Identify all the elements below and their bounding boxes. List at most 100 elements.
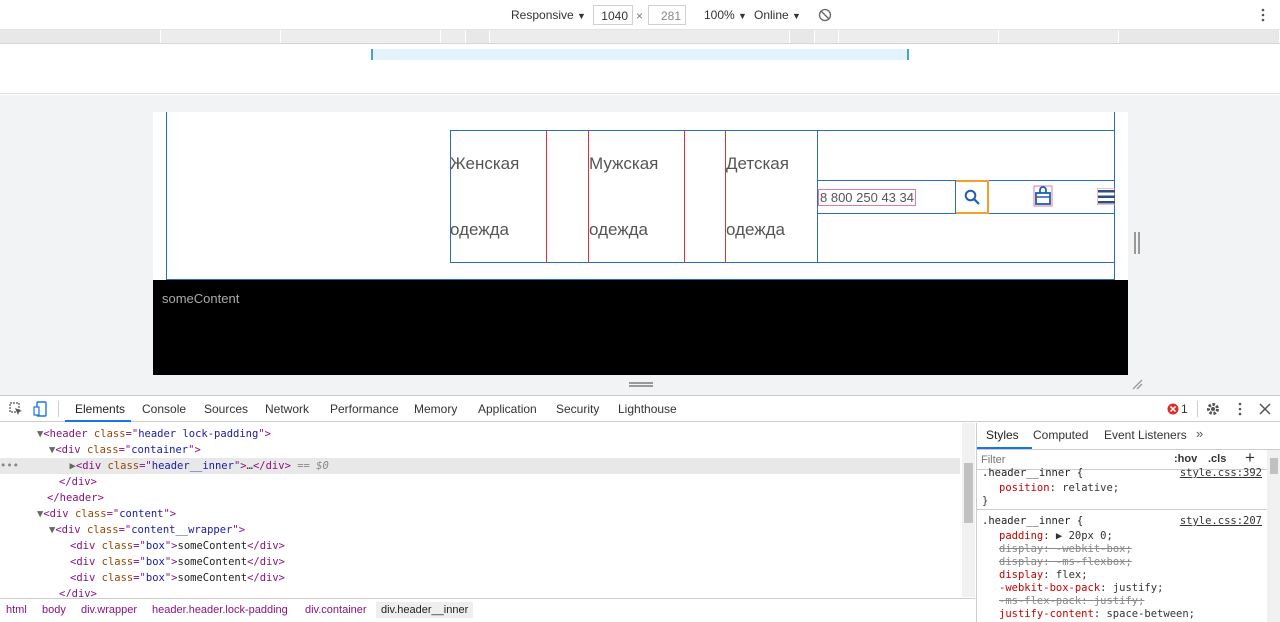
nav-label: Детская: [726, 154, 789, 173]
breadcrumb-item-active[interactable]: div.header__inner: [376, 602, 474, 618]
dom-scrollbar[interactable]: [962, 423, 975, 597]
tab-lighthouse[interactable]: Lighthouse: [618, 402, 677, 416]
css-declaration[interactable]: padding: ▶ 20px 0;: [999, 530, 1113, 543]
phone-box: 8 800 250 43 34: [817, 180, 956, 214]
nav-label: одежда: [726, 220, 786, 239]
breadcrumb-item[interactable]: html: [6, 604, 27, 616]
tab-elements[interactable]: Elements: [75, 402, 125, 416]
dom-node[interactable]: </header>: [47, 490, 975, 506]
new-rule-icon[interactable]: +: [1245, 448, 1255, 468]
search-icon: [964, 189, 980, 205]
search-button[interactable]: [956, 180, 989, 214]
devtools-panel: Elements Console Sources Network Perform…: [0, 395, 1280, 622]
css-declaration[interactable]: justify-content: space-between;: [999, 608, 1195, 621]
dom-node[interactable]: ▼<div class="container">: [49, 442, 975, 458]
css-declaration[interactable]: -webkit-box-pack: justify;: [999, 582, 1163, 595]
tab-computed[interactable]: Computed: [1033, 428, 1088, 442]
breadcrumb: html body div.wrapper header.header.lock…: [0, 598, 975, 622]
throttle-label: Online: [754, 8, 789, 22]
nav-label: Женская: [450, 154, 520, 173]
styles-filter-input[interactable]: [981, 452, 1165, 468]
hov-toggle[interactable]: :hov: [1174, 453, 1197, 465]
css-selector[interactable]: .header__inner {: [982, 467, 1083, 480]
resize-corner-icon[interactable]: [1131, 378, 1143, 390]
tab-performance[interactable]: Performance: [330, 402, 399, 416]
dom-node[interactable]: ▼<div class="content__wrapper">: [49, 522, 975, 538]
breadcrumb-item[interactable]: div.container: [305, 604, 367, 616]
css-source-link[interactable]: style.css:392: [1180, 467, 1262, 479]
zoom-select[interactable]: 100% ▼: [704, 8, 747, 22]
tab-application[interactable]: Application: [478, 402, 537, 416]
styles-pane: Styles Computed Event Listeners » :hov .…: [976, 423, 1280, 622]
nav-label: одежда: [589, 220, 649, 239]
device-select[interactable]: Responsive ▼: [511, 8, 586, 22]
nav-label: одежда: [450, 220, 510, 239]
tab-sources[interactable]: Sources: [204, 402, 248, 416]
tab-memory[interactable]: Memory: [414, 402, 457, 416]
burger-menu-icon[interactable]: [1097, 188, 1115, 205]
gear-icon[interactable]: [1206, 402, 1220, 416]
dom-node-selected[interactable]: ••• ▶<div class="header__inner">…</div> …: [0, 458, 960, 474]
resize-handle-right[interactable]: [1134, 232, 1140, 254]
element-highlight-band: [0, 44, 1280, 94]
breadcrumb-item[interactable]: div.wrapper: [81, 604, 137, 616]
content-text: someContent: [162, 291, 240, 306]
cart-icon[interactable]: [1033, 185, 1053, 207]
tab-styles[interactable]: Styles: [986, 428, 1019, 442]
tab-security[interactable]: Security: [556, 402, 599, 416]
styles-scrollbar[interactable]: [1267, 450, 1280, 622]
css-declaration[interactable]: position: relative;: [999, 482, 1119, 495]
more-tabs-icon[interactable]: »: [1196, 426, 1203, 441]
tab-network[interactable]: Network: [265, 402, 309, 416]
throttle-select[interactable]: Online ▼: [754, 8, 801, 22]
css-source-link[interactable]: style.css:207: [1180, 515, 1262, 527]
dom-node[interactable]: <div class="box">someContent</div>: [70, 538, 975, 554]
caret-down-icon: ▼: [577, 11, 586, 21]
css-declaration[interactable]: display: flex;: [999, 569, 1088, 582]
device-toolbar: Responsive ▼ 1040 × 281 100% ▼ Online ▼: [0, 0, 1280, 30]
zoom-label: 100%: [704, 8, 735, 22]
css-declaration-overridden[interactable]: display: -ms-flexbox;: [999, 556, 1132, 569]
css-declaration-overridden[interactable]: -ms-flex-pack: justify;: [999, 595, 1144, 608]
dom-node[interactable]: <div class="box">someContent</div>: [70, 554, 975, 570]
highlight-bar: [371, 49, 909, 60]
breadcrumb-item[interactable]: body: [42, 604, 66, 616]
nav-item-women[interactable]: Женская одежда: [450, 130, 547, 263]
resize-handle-bottom[interactable]: [629, 382, 653, 387]
device-label: Responsive: [511, 8, 574, 22]
nav-label: Мужская: [589, 154, 659, 173]
devtools-tabbar: Elements Console Sources Network Perform…: [0, 396, 1280, 422]
scrollbar-thumb[interactable]: [964, 463, 973, 523]
phone-link[interactable]: 8 800 250 43 34: [818, 189, 916, 206]
cls-toggle[interactable]: .cls: [1208, 453, 1226, 465]
nav-item-men[interactable]: Мужская одежда: [588, 130, 685, 263]
inspect-element-icon[interactable]: [9, 402, 23, 416]
dom-node[interactable]: </div>: [59, 474, 975, 490]
dom-node[interactable]: ▼<header class="header lock-padding">: [37, 426, 975, 442]
breadcrumb-item[interactable]: header.header.lock-padding: [152, 604, 288, 616]
width-input[interactable]: 1040: [593, 5, 633, 25]
device-toggle-icon[interactable]: [33, 401, 48, 417]
active-tab-indicator: [65, 420, 131, 422]
error-count[interactable]: 1: [1181, 402, 1188, 416]
dom-node[interactable]: ▼<div class="content">: [37, 506, 975, 522]
rotate-disabled-icon[interactable]: [818, 8, 832, 22]
scrollbar-thumb[interactable]: [1270, 458, 1278, 474]
close-icon[interactable]: [1259, 403, 1271, 415]
nav-item-kids[interactable]: Детская одежда: [725, 130, 818, 263]
times-label: ×: [636, 9, 644, 23]
media-query-ruler[interactable]: [0, 30, 1280, 44]
dom-node[interactable]: </div>: [59, 586, 975, 597]
css-declaration-overridden[interactable]: display: -webkit-box;: [999, 543, 1132, 556]
dom-tree: ▼<header class="header lock-padding"> ▼<…: [0, 423, 975, 597]
device-stage: Женская одежда Мужская одежда Детская од…: [0, 95, 1280, 395]
caret-down-icon: ▼: [738, 11, 747, 21]
error-icon[interactable]: [1167, 403, 1179, 415]
tab-event-listeners[interactable]: Event Listeners: [1104, 428, 1187, 442]
tab-console[interactable]: Console: [142, 402, 186, 416]
more-options-icon[interactable]: [1260, 8, 1266, 22]
more-options-icon[interactable]: [1237, 402, 1243, 416]
css-selector[interactable]: .header__inner {: [982, 515, 1083, 528]
height-input[interactable]: 281: [648, 5, 686, 25]
dom-node[interactable]: <div class="box">someContent</div>: [70, 570, 975, 586]
